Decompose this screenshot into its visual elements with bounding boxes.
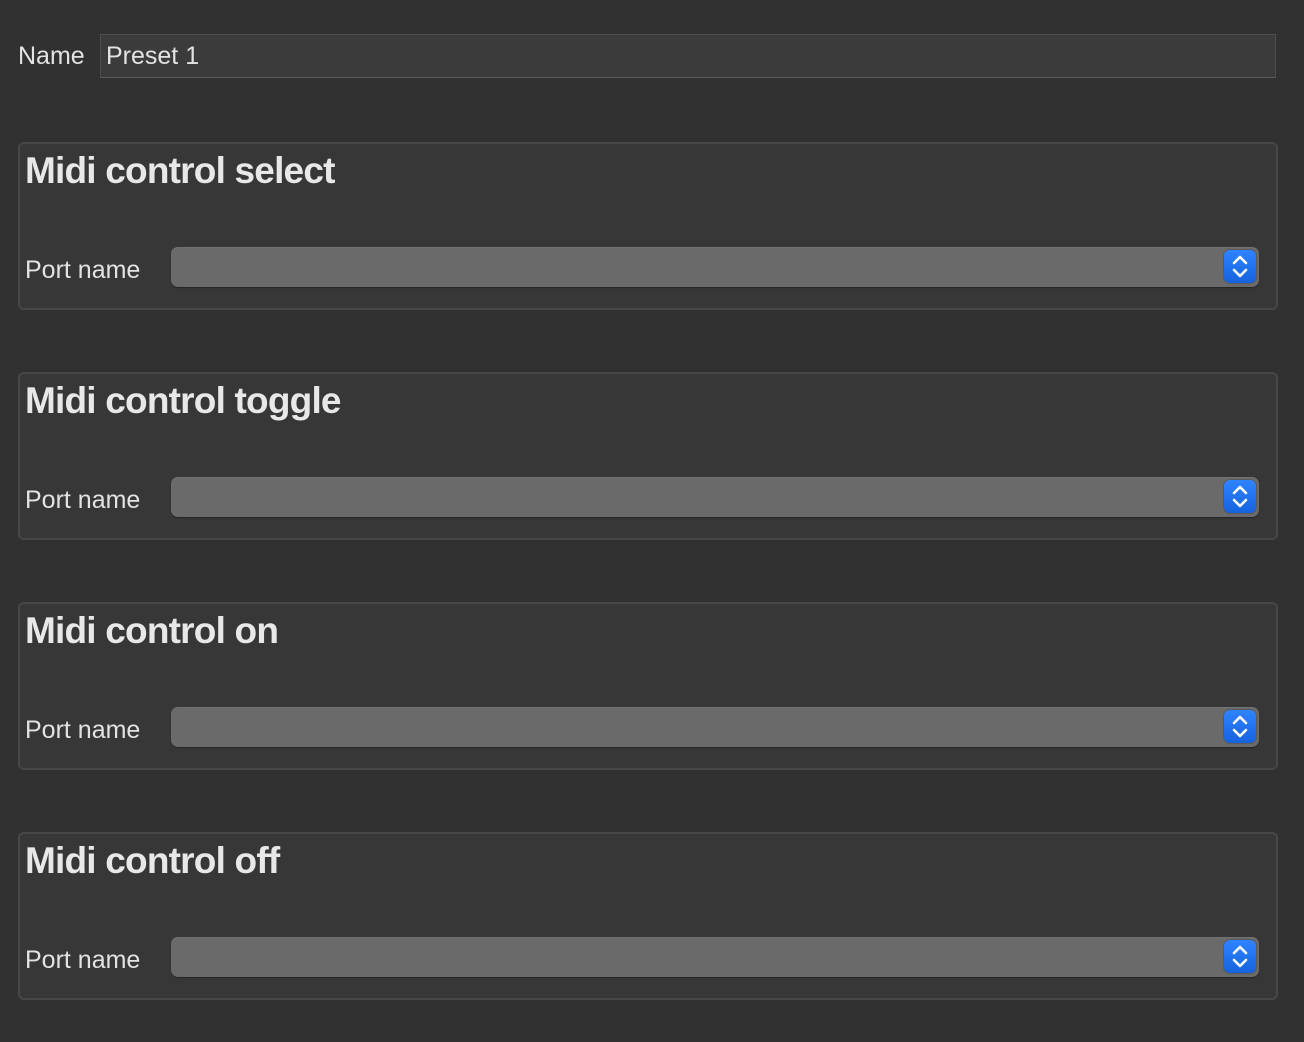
port-name-select[interactable] — [171, 477, 1259, 517]
midi-control-on-group: Midi control on Port name — [18, 602, 1278, 770]
name-row: Name — [18, 34, 1276, 78]
name-input[interactable] — [100, 34, 1276, 78]
group-title: Midi control select — [25, 150, 335, 191]
port-name-select[interactable] — [171, 937, 1259, 977]
port-name-select[interactable] — [171, 707, 1259, 747]
port-name-label: Port name — [25, 946, 141, 974]
midi-control-off-group: Midi control off Port name — [18, 832, 1278, 1000]
port-name-label: Port name — [25, 486, 141, 514]
chevron-up-down-icon[interactable] — [1224, 250, 1256, 283]
chevron-up-down-icon[interactable] — [1224, 940, 1256, 973]
port-name-label: Port name — [25, 716, 141, 744]
port-name-label: Port name — [25, 256, 141, 284]
midi-control-toggle-group: Midi control toggle Port name — [18, 372, 1278, 540]
group-title: Midi control on — [25, 610, 279, 651]
group-title: Midi control off — [25, 840, 280, 881]
chevron-up-down-icon[interactable] — [1224, 480, 1256, 513]
preset-settings-panel: Name Midi control select Port name Midi … — [0, 0, 1304, 1042]
name-label: Name — [18, 42, 85, 70]
port-name-select[interactable] — [171, 247, 1259, 287]
midi-control-select-group: Midi control select Port name — [18, 142, 1278, 310]
chevron-up-down-icon[interactable] — [1224, 710, 1256, 743]
group-title: Midi control toggle — [25, 380, 342, 421]
